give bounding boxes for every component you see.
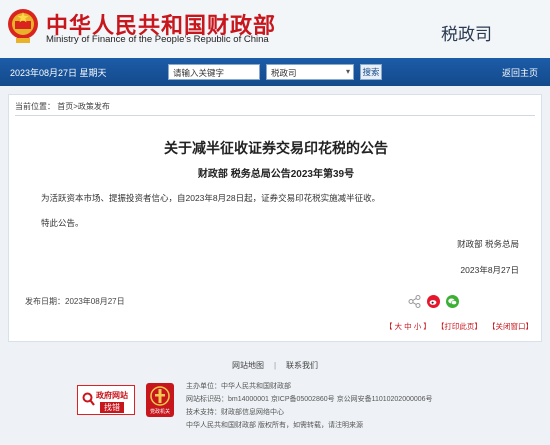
party-gov-badge-icon[interactable]: 党政机关 (146, 383, 174, 417)
divider: | (273, 361, 277, 370)
wechat-icon[interactable] (446, 295, 459, 308)
gov-website-error-badge[interactable]: 政府网站 找错 (77, 385, 135, 415)
search-input[interactable]: 请输入关键字 (168, 64, 260, 80)
sitemap-link[interactable]: 网站地图 (232, 361, 264, 370)
site-footer: 网站地图 | 联系我们 政府网站 找错 党政机关 主办单位：中华人民共和国财政部 网… (0, 348, 550, 445)
close-window-button[interactable]: 【关闭窗口】 (488, 322, 533, 331)
magnifier-icon (82, 392, 95, 406)
footer-site-id: 网站标识码：bm14000001 京ICP备05002860号 京公网安备110… (186, 396, 433, 403)
footer-links: 网站地图 | 联系我们 (0, 360, 550, 371)
publish-date: 发布日期：2023年08月27日 (25, 297, 125, 306)
badge-action: 找错 (100, 402, 124, 413)
print-button[interactable]: 【打印此页】 (437, 322, 482, 331)
search-scope-select[interactable]: 税政司 ▾ (266, 64, 354, 80)
article-paragraph: 为活跃资本市场、提振投资者信心，自2023年8月28日起，证券交易印花税实施减半… (41, 193, 381, 203)
site-name-en: Ministry of Finance of the People’s Repu… (46, 34, 269, 45)
national-emblem-icon (8, 9, 38, 43)
badge2-text: 党政机关 (150, 408, 170, 415)
signature: 财政部 税务总局 (457, 239, 519, 249)
breadcrumb[interactable]: 当前位置： 首页>政策发布 (15, 101, 110, 112)
footer-host: 主办单位：中华人民共和国财政部 (186, 383, 291, 390)
current-date: 2023年08月27日 星期天 (10, 68, 107, 78)
footer-support: 技术支持：财政部信息网络中心 (186, 409, 284, 416)
footer-copyright: 中华人民共和国财政部 版权所有，如需转载，请注明来源 (186, 422, 363, 429)
article-paragraph: 特此公告。 (41, 218, 84, 228)
share-icon[interactable] (408, 295, 421, 308)
search-scope-value: 税政司 (271, 68, 297, 78)
contact-link[interactable]: 联系我们 (286, 361, 318, 370)
weibo-icon[interactable] (427, 295, 440, 308)
signature-date: 2023年8月27日 (460, 265, 519, 275)
badge-title: 政府网站 (96, 391, 128, 400)
search-button[interactable]: 搜索 (360, 64, 382, 80)
site-header: 中华人民共和国财政部 Ministry of Finance of the Pe… (0, 0, 550, 58)
section-title: 税政司 (441, 25, 492, 45)
font-size-control[interactable]: 【 大 中 小 】 (385, 322, 431, 331)
article-subtitle: 财政部 税务总局公告2023年第39号 (197, 169, 355, 180)
divider (15, 115, 535, 116)
page-tools: 【 大 中 小 】 【打印此页】 【关闭窗口】 (381, 321, 533, 332)
article-title: 关于减半征收证券交易印花税的公告 (164, 141, 388, 157)
chevron-down-icon: ▾ (345, 67, 350, 76)
article-card: 当前位置： 首页>政策发布 关于减半征收证券交易印花税的公告 财政部 税务总局公… (8, 94, 542, 342)
nav-bar: 2023年08月27日 星期天 请输入关键字 税政司 ▾ 搜索 返回主页 (0, 58, 550, 86)
home-link[interactable]: 返回主页 (502, 66, 538, 79)
